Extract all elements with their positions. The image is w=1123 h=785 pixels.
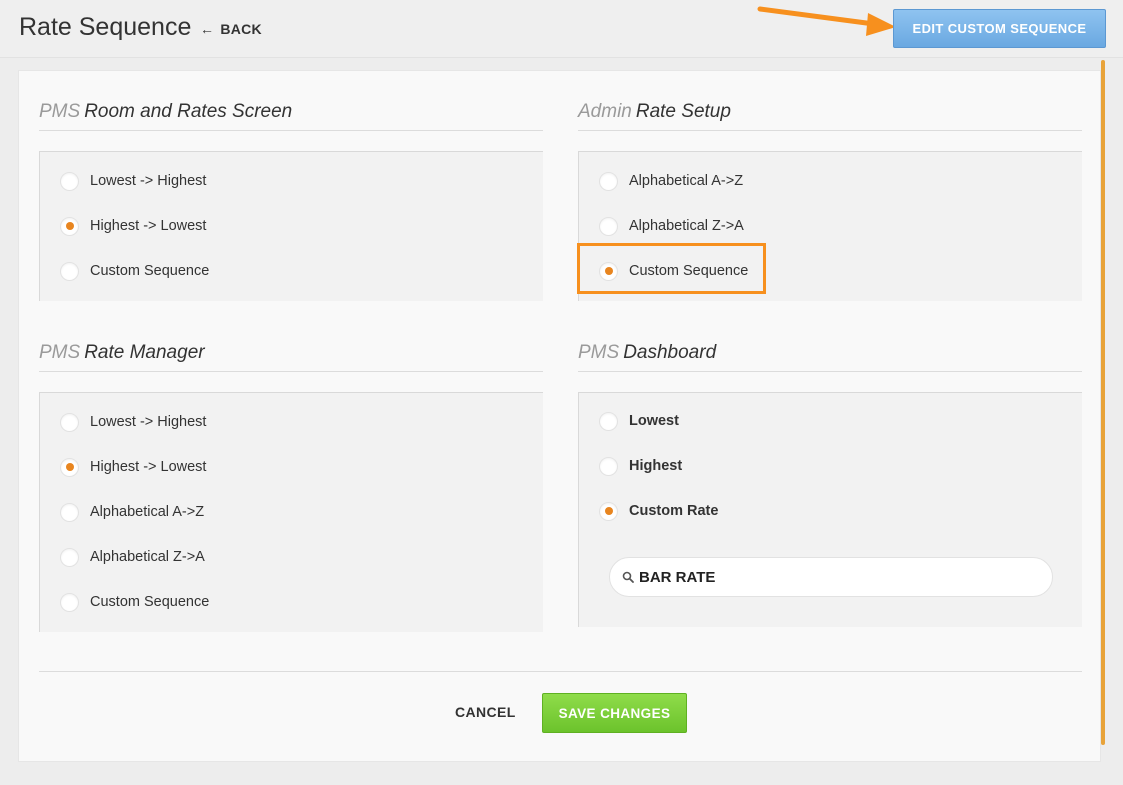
section-title-text: Room and Rates Screen: [84, 101, 293, 122]
radio-label: Custom Rate: [629, 503, 719, 519]
radio-label: Alphabetical A->Z: [90, 504, 205, 520]
settings-card: PMS Room and Rates Screen Lowest -> Highe…: [18, 70, 1101, 762]
search-icon: [622, 571, 634, 583]
footer-divider: [39, 671, 1082, 672]
radio-button[interactable]: [599, 456, 618, 476]
radio-option[interactable]: Alphabetical Z->A: [60, 545, 205, 569]
section-title-text: Rate Setup: [635, 101, 731, 122]
radio-button[interactable]: [60, 171, 79, 191]
radio-label: Highest: [629, 458, 683, 474]
option-box: Alphabetical A->Z Alphabetical Z->A Cust…: [577, 151, 1082, 301]
radio-option[interactable]: Custom Rate: [599, 499, 718, 523]
radio-label: Custom Sequence: [90, 263, 210, 279]
radio-button[interactable]: [60, 592, 79, 612]
section-prefix: PMS: [39, 101, 81, 122]
radio-label: Alphabetical Z->A: [90, 549, 205, 565]
radio-button[interactable]: [60, 547, 79, 567]
edit-custom-sequence-button[interactable]: EDIT CUSTOM SEQUENCE: [893, 9, 1106, 48]
radio-button[interactable]: [60, 502, 79, 522]
cancel-button[interactable]: CANCEL: [455, 704, 516, 720]
section-prefix: Admin: [578, 101, 632, 122]
option-box: Lowest -> Highest Highest -> Lowest Cust…: [39, 151, 543, 301]
section-title: Admin Rate Setup: [578, 101, 1082, 131]
annotation-arrow-icon: [757, 6, 896, 36]
section-title: PMS Dashboard: [578, 342, 1082, 372]
radio-label: Alphabetical A->Z: [629, 173, 744, 189]
highlight-box: [577, 243, 766, 294]
back-label: BACK: [220, 21, 262, 37]
radio-button[interactable]: [599, 411, 618, 431]
radio-label: Custom Sequence: [90, 594, 210, 610]
radio-button[interactable]: [599, 171, 618, 191]
section-rate-manager: PMS Rate Manager Lowest -> Highest Highes…: [39, 342, 543, 632]
radio-option[interactable]: Custom Sequence: [60, 590, 209, 614]
radio-option[interactable]: Alphabetical A->Z: [599, 169, 743, 193]
section-title-text: Rate Manager: [84, 342, 205, 363]
radio-option[interactable]: Alphabetical Z->A: [599, 214, 744, 238]
custom-rate-input[interactable]: [639, 568, 1019, 586]
section-room-rates: PMS Room and Rates Screen Lowest -> Highe…: [39, 101, 543, 301]
radio-label: Lowest -> Highest: [90, 414, 207, 430]
section-prefix: PMS: [578, 342, 620, 363]
radio-option[interactable]: Lowest -> Highest: [60, 169, 206, 193]
arrow-left-icon: ←: [200, 21, 215, 37]
radio-button[interactable]: [599, 216, 618, 236]
radio-label: Highest -> Lowest: [90, 459, 207, 475]
option-box: Lowest -> Highest Highest -> Lowest Alph…: [39, 392, 543, 632]
radio-option[interactable]: Highest -> Lowest: [60, 455, 206, 479]
radio-button[interactable]: [60, 261, 79, 281]
radio-label: Lowest: [629, 413, 679, 429]
section-title: PMS Room and Rates Screen: [39, 101, 543, 131]
page-title: Rate Sequence: [19, 13, 192, 41]
back-button[interactable]: ← BACK: [200, 21, 262, 37]
scrollbar[interactable]: [1101, 60, 1105, 745]
radio-option[interactable]: Alphabetical A->Z: [60, 500, 204, 524]
radio-button[interactable]: [60, 216, 79, 236]
save-changes-button[interactable]: SAVE CHANGES: [542, 693, 687, 733]
radio-option[interactable]: Highest -> Lowest: [60, 214, 206, 238]
radio-option[interactable]: Highest: [599, 454, 682, 478]
radio-label: Lowest -> Highest: [90, 173, 207, 189]
radio-button[interactable]: [599, 501, 618, 521]
radio-option[interactable]: Lowest: [599, 409, 679, 433]
section-title: PMS Rate Manager: [39, 342, 543, 372]
radio-label: Alphabetical Z->A: [629, 218, 744, 234]
section-prefix: PMS: [39, 342, 81, 363]
radio-label: Highest -> Lowest: [90, 218, 207, 234]
option-box: Lowest Highest Custom Rate: [578, 392, 1082, 627]
section-admin-rate-setup: Admin Rate Setup Alphabetical A->Z Alphab…: [577, 101, 1082, 301]
section-title-text: Dashboard: [623, 342, 717, 363]
radio-option[interactable]: Custom Sequence: [60, 259, 209, 283]
radio-option[interactable]: Lowest -> Highest: [60, 410, 206, 434]
radio-button[interactable]: [60, 457, 79, 477]
section-dashboard: PMS Dashboard Lowest Highest Custom Rate: [578, 342, 1082, 627]
radio-button[interactable]: [60, 412, 79, 432]
custom-rate-search-field[interactable]: [609, 557, 1053, 597]
